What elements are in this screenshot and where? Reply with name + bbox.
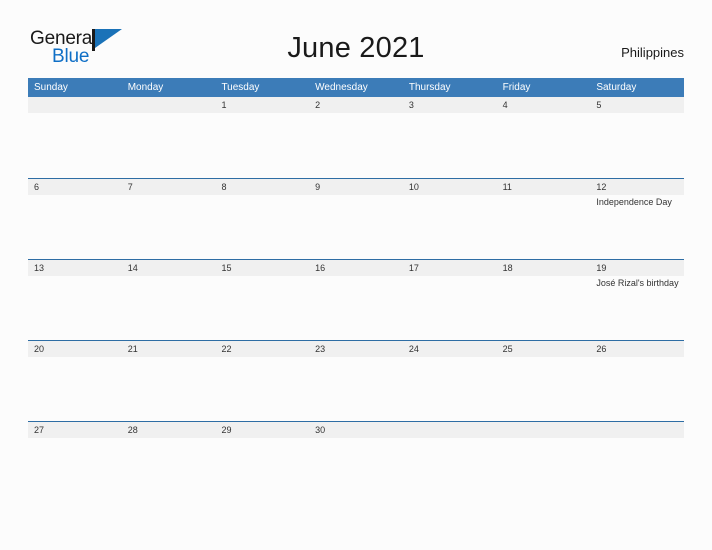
day-number: 7 xyxy=(127,182,133,192)
day-number: 26 xyxy=(596,344,607,354)
calendar-day-cell[interactable]: 18 xyxy=(497,260,591,340)
day-number: 16 xyxy=(315,263,326,273)
calendar-day-cell[interactable]: 24 xyxy=(403,341,497,421)
day-number: 27 xyxy=(34,425,45,435)
calendar-day-cell[interactable]: 27 xyxy=(28,422,122,502)
calendar-page: General Blue June 2021 Philippines Sunda… xyxy=(0,0,712,550)
calendar-day-cell[interactable]: 16 xyxy=(309,260,403,340)
calendar-day-cell[interactable]: 28 xyxy=(122,422,216,502)
page-title: June 2021 xyxy=(287,32,425,64)
day-number: 30 xyxy=(315,425,326,435)
calendar-day-cell[interactable]: 22 xyxy=(215,341,309,421)
calendar-day-cell[interactable]: 8 xyxy=(215,179,309,259)
day-number: 4 xyxy=(502,100,508,110)
calendar-day-cell[interactable]: 4 xyxy=(497,97,591,178)
weekday-header-saturday: Saturday xyxy=(596,82,637,93)
day-number: 18 xyxy=(502,263,513,273)
calendar-grid: Sunday Monday Tuesday Wednesday Thursday… xyxy=(28,78,684,502)
day-events: Independence Day xyxy=(596,197,680,208)
calendar-day-cell-empty xyxy=(497,422,591,502)
calendar-day-cell[interactable]: 11 xyxy=(497,179,591,259)
calendar-day-cell[interactable]: 30 xyxy=(309,422,403,502)
day-number: 15 xyxy=(221,263,232,273)
day-number: 13 xyxy=(34,263,45,273)
calendar-day-cell[interactable]: 15 xyxy=(215,260,309,340)
day-number: 25 xyxy=(502,344,513,354)
calendar-day-cell[interactable]: 7 xyxy=(122,179,216,259)
page-header: General Blue June 2021 Philippines xyxy=(0,0,712,78)
weekday-header-sunday: Sunday xyxy=(34,82,68,93)
day-number: 28 xyxy=(127,425,138,435)
weekday-header-thursday: Thursday xyxy=(408,82,451,93)
day-number: 29 xyxy=(221,425,232,435)
calendar-day-cell[interactable]: 6 xyxy=(28,179,122,259)
day-number: 22 xyxy=(221,344,232,354)
weekday-header-monday: Monday xyxy=(127,82,164,93)
calendar-day-cell-empty xyxy=(590,422,684,502)
day-number: 12 xyxy=(596,182,607,192)
calendar-day-cell[interactable]: 5 xyxy=(590,97,684,178)
day-number: 2 xyxy=(315,100,321,110)
holiday-event-label: José Rizal's birthday xyxy=(596,278,679,288)
day-number: 14 xyxy=(127,263,138,273)
calendar-day-cell[interactable]: 25 xyxy=(497,341,591,421)
day-number: 20 xyxy=(34,344,45,354)
day-number: 21 xyxy=(127,344,138,354)
calendar-day-cell[interactable]: 3 xyxy=(403,97,497,178)
day-events: José Rizal's birthday xyxy=(596,278,680,289)
calendar-week-row: 20 21 22 23 24 25 26 xyxy=(28,340,684,421)
calendar-day-cell[interactable]: 9 xyxy=(309,179,403,259)
calendar-day-cell-empty xyxy=(28,97,122,178)
day-number: 6 xyxy=(34,182,40,192)
calendar-weeks: 1 2 3 4 5 6 7 8 9 10 11 12 Independence Day 13 14 15 16 1… xyxy=(28,97,684,502)
holiday-event-label: Independence Day xyxy=(596,197,672,207)
day-number: 1 xyxy=(221,100,227,110)
calendar-week-row: 1 2 3 4 5 xyxy=(28,97,684,178)
weekday-header-wednesday: Wednesday xyxy=(315,82,368,93)
calendar-day-cell-empty xyxy=(403,422,497,502)
day-number: 17 xyxy=(408,263,419,273)
country-label: Philippines xyxy=(621,45,684,60)
calendar-week-row: 6 7 8 9 10 11 12 Independence Day xyxy=(28,178,684,259)
calendar-week-row: 27 28 29 30 xyxy=(28,421,684,502)
calendar-day-cell[interactable]: 19 José Rizal's birthday xyxy=(590,260,684,340)
day-number: 10 xyxy=(408,182,419,192)
calendar-day-cell[interactable]: 12 Independence Day xyxy=(590,179,684,259)
day-number: 19 xyxy=(596,263,607,273)
day-number: 24 xyxy=(408,344,419,354)
day-number: 11 xyxy=(502,182,512,192)
weekday-header-row: Sunday Monday Tuesday Wednesday Thursday… xyxy=(28,78,684,97)
calendar-day-cell[interactable]: 29 xyxy=(215,422,309,502)
day-number: 3 xyxy=(408,100,414,110)
calendar-day-cell[interactable]: 13 xyxy=(28,260,122,340)
weekday-header-tuesday: Tuesday xyxy=(221,82,260,93)
calendar-day-cell-empty xyxy=(122,97,216,178)
weekday-header-friday: Friday xyxy=(502,82,531,93)
calendar-day-cell[interactable]: 17 xyxy=(403,260,497,340)
day-number: 8 xyxy=(221,182,227,192)
calendar-day-cell[interactable]: 10 xyxy=(403,179,497,259)
calendar-day-cell[interactable]: 14 xyxy=(122,260,216,340)
day-number: 5 xyxy=(596,100,602,110)
calendar-day-cell[interactable]: 23 xyxy=(309,341,403,421)
calendar-day-cell[interactable]: 21 xyxy=(122,341,216,421)
calendar-day-cell[interactable]: 2 xyxy=(309,97,403,178)
calendar-day-cell[interactable]: 1 xyxy=(215,97,309,178)
calendar-day-cell[interactable]: 26 xyxy=(590,341,684,421)
day-number: 23 xyxy=(315,344,326,354)
day-number: 9 xyxy=(315,182,321,192)
calendar-day-cell[interactable]: 20 xyxy=(28,341,122,421)
calendar-week-row: 13 14 15 16 17 18 19 José Rizal's birthday xyxy=(28,259,684,340)
